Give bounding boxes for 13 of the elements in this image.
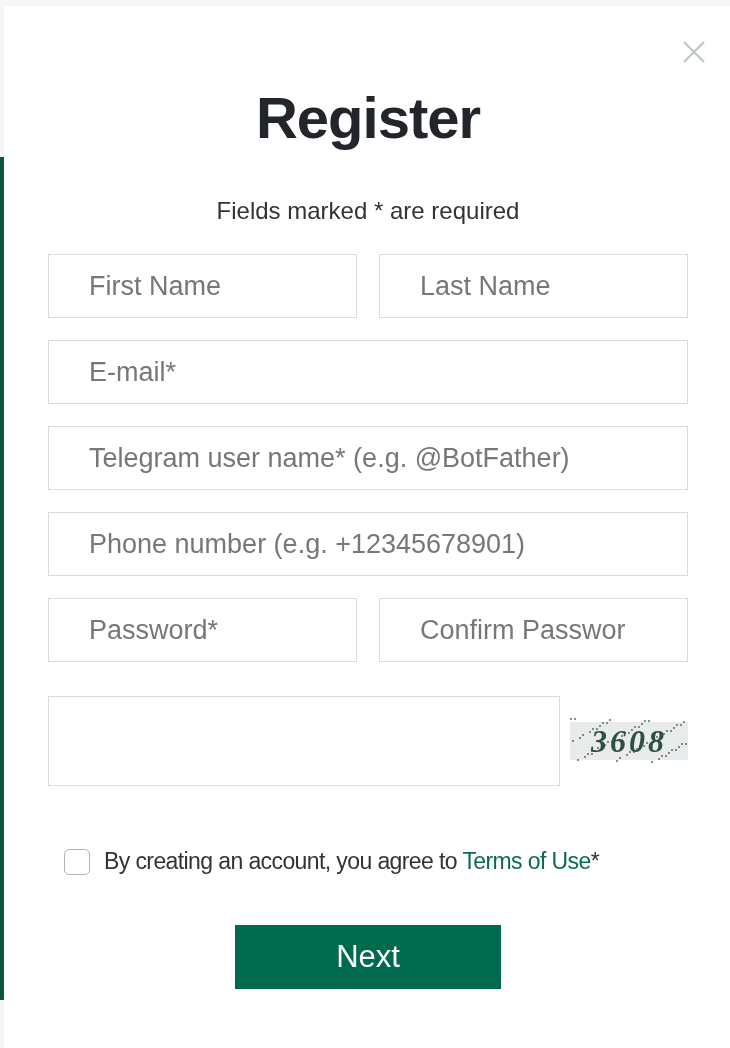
terms-link[interactable]: Terms of Use <box>462 848 591 874</box>
input-field[interactable]: Password* <box>48 598 357 662</box>
terms-text: By creating an account, you agree to Terms of Use* <box>104 848 600 875</box>
input-field[interactable]: Confirm Passwor <box>379 598 688 662</box>
input-field[interactable]: E-mail* <box>48 340 688 404</box>
input-field[interactable]: Phone number (e.g. +12345678901) <box>48 512 688 576</box>
input-field[interactable]: Telegram user name* (e.g. @BotFather) <box>48 426 688 490</box>
input-field[interactable]: First Name <box>48 254 357 318</box>
next-button[interactable]: Next <box>235 925 501 989</box>
captcha-image: 3608 <box>570 718 688 764</box>
input-field[interactable]: Last Name <box>379 254 688 318</box>
dialog-title: Register <box>254 84 482 152</box>
required-note: Fields marked * are required <box>215 196 521 226</box>
